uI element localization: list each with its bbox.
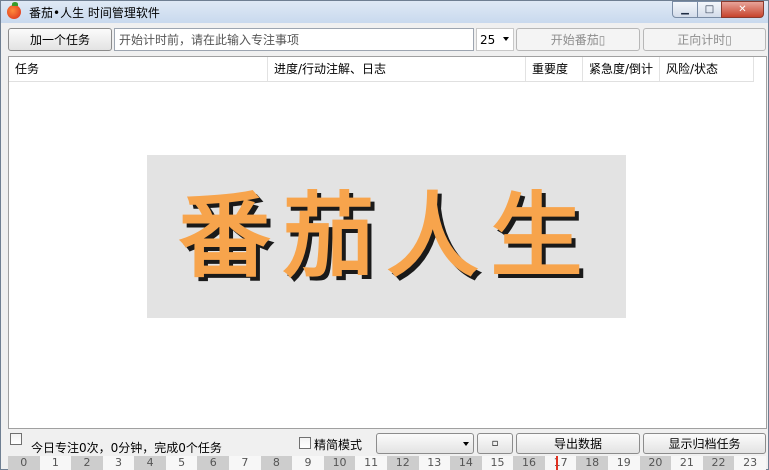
hour-cell: 0 xyxy=(8,456,40,470)
chevron-down-icon xyxy=(503,37,509,41)
column-header-task[interactable]: 任务 xyxy=(9,57,268,81)
hour-cell: 4 xyxy=(134,456,166,470)
current-time-marker xyxy=(556,456,558,470)
hour-cell: 7 xyxy=(229,456,261,470)
hour-cell: 17 xyxy=(544,456,577,470)
minutes-value: 25 xyxy=(480,32,496,47)
show-archived-button[interactable]: 显示归档任务 xyxy=(643,433,766,454)
hour-cell: 14 xyxy=(450,456,482,470)
filter-dropdown[interactable] xyxy=(376,433,474,454)
status-checkbox[interactable] xyxy=(10,433,22,445)
hour-cell: 16 xyxy=(513,456,545,470)
hour-cell: 13 xyxy=(418,456,451,470)
minutes-select[interactable]: 25 xyxy=(476,28,514,51)
hour-cell: 23 xyxy=(734,456,766,470)
task-list[interactable]: 任务 进度/行动注解、日志 重要度 紧急度/倒计 风险/状态 番茄人生 xyxy=(8,56,767,429)
hour-cell: 18 xyxy=(576,456,608,470)
hour-cell: 12 xyxy=(386,456,419,470)
hour-cell: 3 xyxy=(102,456,135,470)
hour-cell: 9 xyxy=(292,456,324,470)
hour-cell: 19 xyxy=(607,456,640,470)
hour-cell: 11 xyxy=(355,456,387,470)
title-bar: 番茄•人生 时间管理软件 ▁ □ ✕ xyxy=(1,1,768,23)
hour-cell: 5 xyxy=(165,456,198,470)
daily-summary: 今日专注0次，0分钟，完成0个任务 xyxy=(31,441,222,455)
column-header-importance[interactable]: 重要度 xyxy=(526,57,583,81)
hour-cell: 2 xyxy=(71,456,103,470)
hour-cell: 8 xyxy=(260,456,293,470)
hour-cell: 15 xyxy=(481,456,514,470)
column-header-risk[interactable]: 风险/状态 xyxy=(660,57,754,81)
chevron-down-icon xyxy=(463,442,469,446)
tomato-app-icon xyxy=(7,2,21,19)
close-button[interactable]: ✕ xyxy=(721,1,764,18)
hour-cell: 22 xyxy=(702,456,735,470)
minimize-button[interactable]: ▁ xyxy=(672,1,698,18)
column-header-progress[interactable]: 进度/行动注解、日志 xyxy=(268,57,526,81)
logo-banner: 番茄人生 xyxy=(147,155,626,318)
hour-cell: 1 xyxy=(39,456,72,470)
hour-cell: 10 xyxy=(323,456,356,470)
export-data-button[interactable]: 导出数据 xyxy=(516,433,640,454)
window-title: 番茄•人生 时间管理软件 xyxy=(29,6,160,20)
hour-ruler: 0 1 2 3 4 5 6 7 8 9 10 11 12 13 14 15 16 17 18 19 20 21 22 23 xyxy=(8,456,766,470)
small-square-button[interactable]: ▫ xyxy=(477,433,513,454)
count-up-timer-button[interactable]: 正向计时▯ xyxy=(643,28,766,51)
list-header: 任务 进度/行动注解、日志 重要度 紧急度/倒计 风险/状态 xyxy=(9,57,754,82)
hour-cell: 6 xyxy=(197,456,230,470)
start-pomodoro-button[interactable]: 开始番茄▯ xyxy=(516,28,640,51)
task-input[interactable] xyxy=(114,28,474,51)
logo-text: 番茄人生 xyxy=(178,182,595,290)
app-window: 番茄•人生 时间管理软件 ▁ □ ✕ 加一个任务 25 开始番茄▯ 正向计时▯ … xyxy=(0,0,769,470)
simple-mode-label[interactable]: 精简模式 xyxy=(314,436,362,453)
maximize-button[interactable]: □ xyxy=(697,1,722,18)
column-header-urgency[interactable]: 紧急度/倒计 xyxy=(583,57,660,81)
simple-mode-checkbox[interactable] xyxy=(299,437,311,449)
hour-cell: 20 xyxy=(639,456,672,470)
add-task-button[interactable]: 加一个任务 xyxy=(8,28,112,51)
hour-cell: 21 xyxy=(671,456,703,470)
